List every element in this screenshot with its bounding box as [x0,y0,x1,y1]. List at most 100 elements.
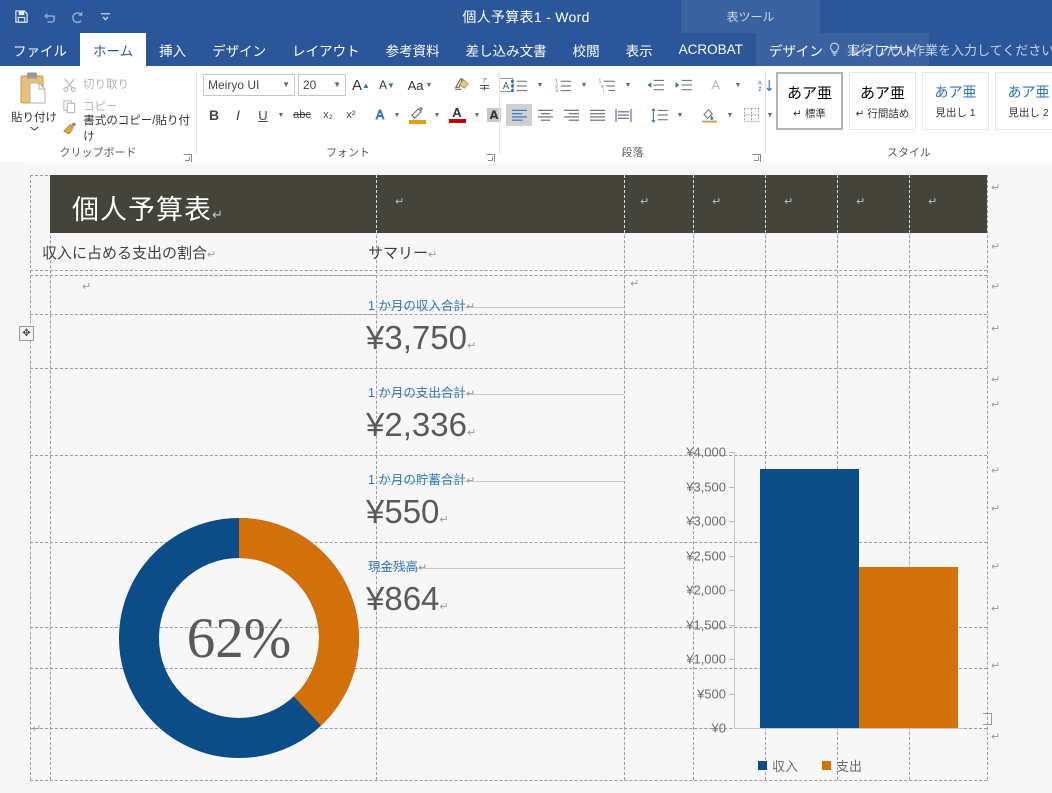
change-case-button[interactable]: Aa ▼ [403,74,437,96]
style-item-normal[interactable]: あア亜 ↵ 標準 [776,72,843,130]
legend-item-income[interactable]: 収入 [758,756,798,775]
bar-income[interactable] [760,469,859,728]
font-dialog-launcher[interactable] [486,150,495,163]
tab-view[interactable]: 表示 [613,33,666,66]
change-case-label: Aa [407,77,424,93]
distribute-button[interactable] [610,104,636,126]
phonetic-sort-dropdown[interactable]: ▼ [730,74,744,96]
bar-expense[interactable] [859,566,958,728]
multilevel-list-dropdown[interactable]: ▼ [620,74,634,96]
paragraph-dialog-launcher[interactable] [752,150,761,163]
tab-file[interactable]: ファイル [0,33,80,66]
font-color-button[interactable]: A [445,104,469,126]
table-resize-handle[interactable] [983,713,992,725]
context-tab-group-label: 表ツール [681,0,820,33]
paragraph-mark: ↵ [439,601,449,613]
title-bar: 個人予算表1 - Word 表ツール [0,0,1052,33]
table-header-row[interactable]: 個人予算表↵ [50,175,987,233]
legend-item-expense[interactable]: 支出 [822,756,862,775]
doughnut-center-label: 62% [186,606,292,670]
font-color-dropdown[interactable]: ▼ [469,104,483,126]
style-item-heading2[interactable]: あア亜 見出し 2 [995,72,1052,130]
tell-me-box[interactable]: 実行したい作業を入力してください [828,33,1052,66]
align-center-button[interactable] [532,104,558,126]
table-col-guide [50,175,51,780]
underline-button[interactable]: U [251,104,275,126]
svg-text:i: i [602,88,603,93]
tab-design[interactable]: デザイン [199,33,279,66]
shading-button[interactable] [696,104,722,126]
tab-home[interactable]: ホーム [80,33,147,66]
tab-layout[interactable]: レイアウト [279,33,373,66]
shrink-font-button[interactable]: A ▼ [375,74,399,96]
justify-button[interactable] [584,104,610,126]
paste-button[interactable]: 貼り付け [8,70,60,142]
y-tick-label: ¥4,000 [686,444,726,460]
doughnut-chart[interactable]: 62% [110,509,368,767]
ribbon-tab-strip: ファイル ホーム 挿入 デザイン レイアウト 参考資料 差し込み文書 校閲 表示… [0,33,1052,66]
phonetic-guide-button[interactable]: ア [473,74,495,96]
table-row-guide [30,368,987,369]
style-preview: あア亜 [1007,84,1050,100]
cut-button[interactable]: 切り取り [62,74,129,94]
style-name: 見出し 2 [1008,107,1049,119]
grow-font-button[interactable]: A ▲ [349,74,373,96]
increase-indent-button[interactable] [670,74,696,96]
y-axis-tick [729,486,734,488]
paragraph-mark: ↵ [784,196,794,208]
style-item-no-spacing[interactable]: あア亜 ↵ 行間詰め [849,72,916,130]
svg-text:A: A [490,109,499,122]
tab-references[interactable]: 参考資料 [373,33,453,66]
italic-button[interactable]: I [227,104,249,126]
bold-button[interactable]: B [203,104,225,126]
line-spacing-icon [650,107,668,123]
clear-formatting-button[interactable] [449,74,473,96]
bullet-list-dropdown[interactable]: ▼ [532,74,546,96]
line-spacing-button[interactable] [646,104,672,126]
text-effects-dropdown[interactable]: ▼ [389,104,403,126]
text-highlight-button[interactable] [405,104,429,126]
text-highlight-dropdown[interactable]: ▼ [429,104,443,126]
decrease-indent-button[interactable] [642,74,668,96]
borders-button[interactable] [738,104,764,126]
line-spacing-dropdown[interactable]: ▼ [672,104,686,126]
font-size-combobox[interactable]: 20 ▼ [298,74,346,96]
superscript-button[interactable]: x² [340,104,362,126]
align-left-button[interactable] [506,104,532,126]
document-area[interactable]: 個人予算表↵ ↵ ↵ ↵ ↵ ↵ ↵ ↵ 収入に占める支出の割合↵ サマリー↵ [0,162,1052,793]
style-item-heading1[interactable]: あア亜 見出し 1 [922,72,989,130]
multilevel-list-button[interactable]: 1ai [594,74,620,96]
numbered-list-button[interactable]: 123 [550,74,576,96]
tab-acrobat[interactable]: ACROBAT [666,33,756,66]
grow-font-label: A [352,76,363,94]
summary-label-cell[interactable]: サマリー↵ [368,242,437,263]
format-painter-button[interactable]: 書式のコピー/貼り付け [62,115,196,143]
phonetic-sort-button[interactable] [704,74,730,96]
tab-review[interactable]: 校閲 [560,33,613,66]
table-move-handle[interactable]: ✥ [19,326,34,341]
summary-value-income: ¥3,750↵ [366,319,477,356]
clipboard-dialog-launcher[interactable] [183,150,192,163]
tab-table-design[interactable]: デザイン [755,33,836,66]
scissors-icon [63,78,76,92]
bullet-list-button[interactable] [506,74,532,96]
ratio-label-cell[interactable]: 収入に占める支出の割合↵ [42,242,216,263]
underline-dropdown[interactable]: ▼ [273,104,287,126]
tab-insert[interactable]: 挿入 [146,33,199,66]
numbered-list-dropdown[interactable]: ▼ [576,74,590,96]
paragraph-mark: ↵ [439,514,449,526]
table-col-guide [30,175,31,780]
paragraph-mark: ↵ [418,562,428,574]
tab-mailings[interactable]: 差し込み文書 [453,33,560,66]
paragraph-mark: ↵ [856,196,866,208]
header-cell-guide [765,175,766,233]
paste-label: 貼り付け [11,112,57,124]
font-name-combobox[interactable]: Meiryo UI ▼ [203,74,295,96]
bar-chart[interactable]: ¥4,000 ¥3,500 ¥3,000 ¥2,500 ¥2,000 ¥1,50… [648,440,1023,790]
shading-dropdown[interactable]: ▼ [722,104,736,126]
svg-text:ア: ア [481,78,487,85]
align-right-button[interactable] [558,104,584,126]
text-effects-button[interactable]: A [369,104,391,126]
subscript-button[interactable]: x₂ [317,104,339,126]
strikethrough-button[interactable]: abc [289,104,315,126]
